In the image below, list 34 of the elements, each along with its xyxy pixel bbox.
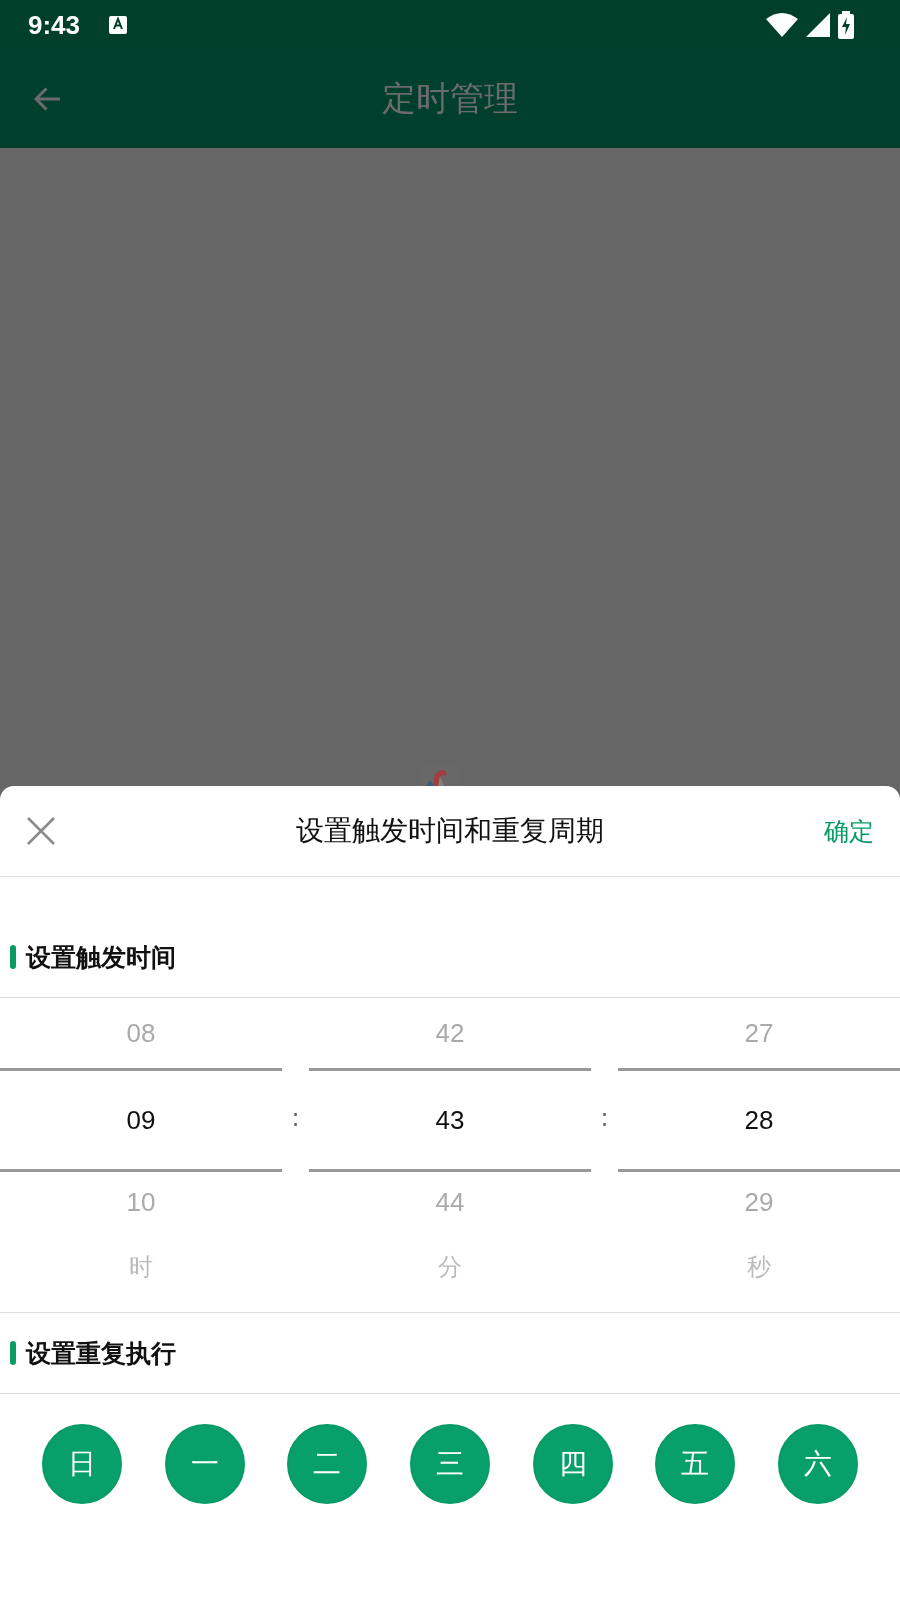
weekday-toggle[interactable]: 二 — [287, 1424, 368, 1504]
unit-label: 时 — [128, 1252, 154, 1283]
signal-icon — [806, 13, 830, 37]
section-marker — [10, 945, 16, 969]
unit-label: 分 — [437, 1252, 463, 1283]
section-marker — [10, 1341, 16, 1365]
notification-icon — [108, 15, 129, 35]
time-option[interactable]: 42 — [309, 998, 591, 1068]
section-heading: 设置触发时间 — [26, 941, 176, 974]
close-icon[interactable] — [26, 816, 56, 846]
time-separator: : — [291, 1104, 300, 1134]
time-option[interactable]: 09 — [0, 1068, 282, 1172]
time-separator: : — [600, 1104, 609, 1134]
time-option[interactable]: 28 — [618, 1068, 900, 1172]
weekday-toggle[interactable]: 三 — [409, 1424, 490, 1504]
weekday-toggle[interactable]: 六 — [777, 1424, 858, 1504]
sheet-title: 设置触发时间和重复周期 — [296, 813, 604, 849]
status-time: 9:43 — [28, 9, 81, 41]
time-option[interactable]: 10 — [0, 1172, 282, 1232]
time-option[interactable]: 08 — [0, 998, 282, 1068]
wifi-icon — [766, 13, 798, 37]
time-option[interactable]: 27 — [618, 998, 900, 1068]
weekday-toggle[interactable]: 五 — [655, 1424, 736, 1504]
time-option[interactable]: 44 — [309, 1172, 591, 1232]
weekday-toggle[interactable]: 日 — [42, 1424, 122, 1504]
time-option[interactable]: 43 — [309, 1068, 591, 1172]
time-option[interactable]: 29 — [618, 1172, 900, 1232]
weekday-toggle[interactable]: 四 — [532, 1424, 613, 1504]
confirm-button[interactable]: 确定 — [820, 810, 878, 852]
battery-icon — [838, 11, 854, 39]
weekday-toggle[interactable]: 一 — [164, 1424, 245, 1504]
app-title: 定时管理 — [382, 77, 518, 120]
unit-label: 秒 — [746, 1252, 772, 1283]
section-heading: 设置重复执行 — [26, 1337, 176, 1370]
